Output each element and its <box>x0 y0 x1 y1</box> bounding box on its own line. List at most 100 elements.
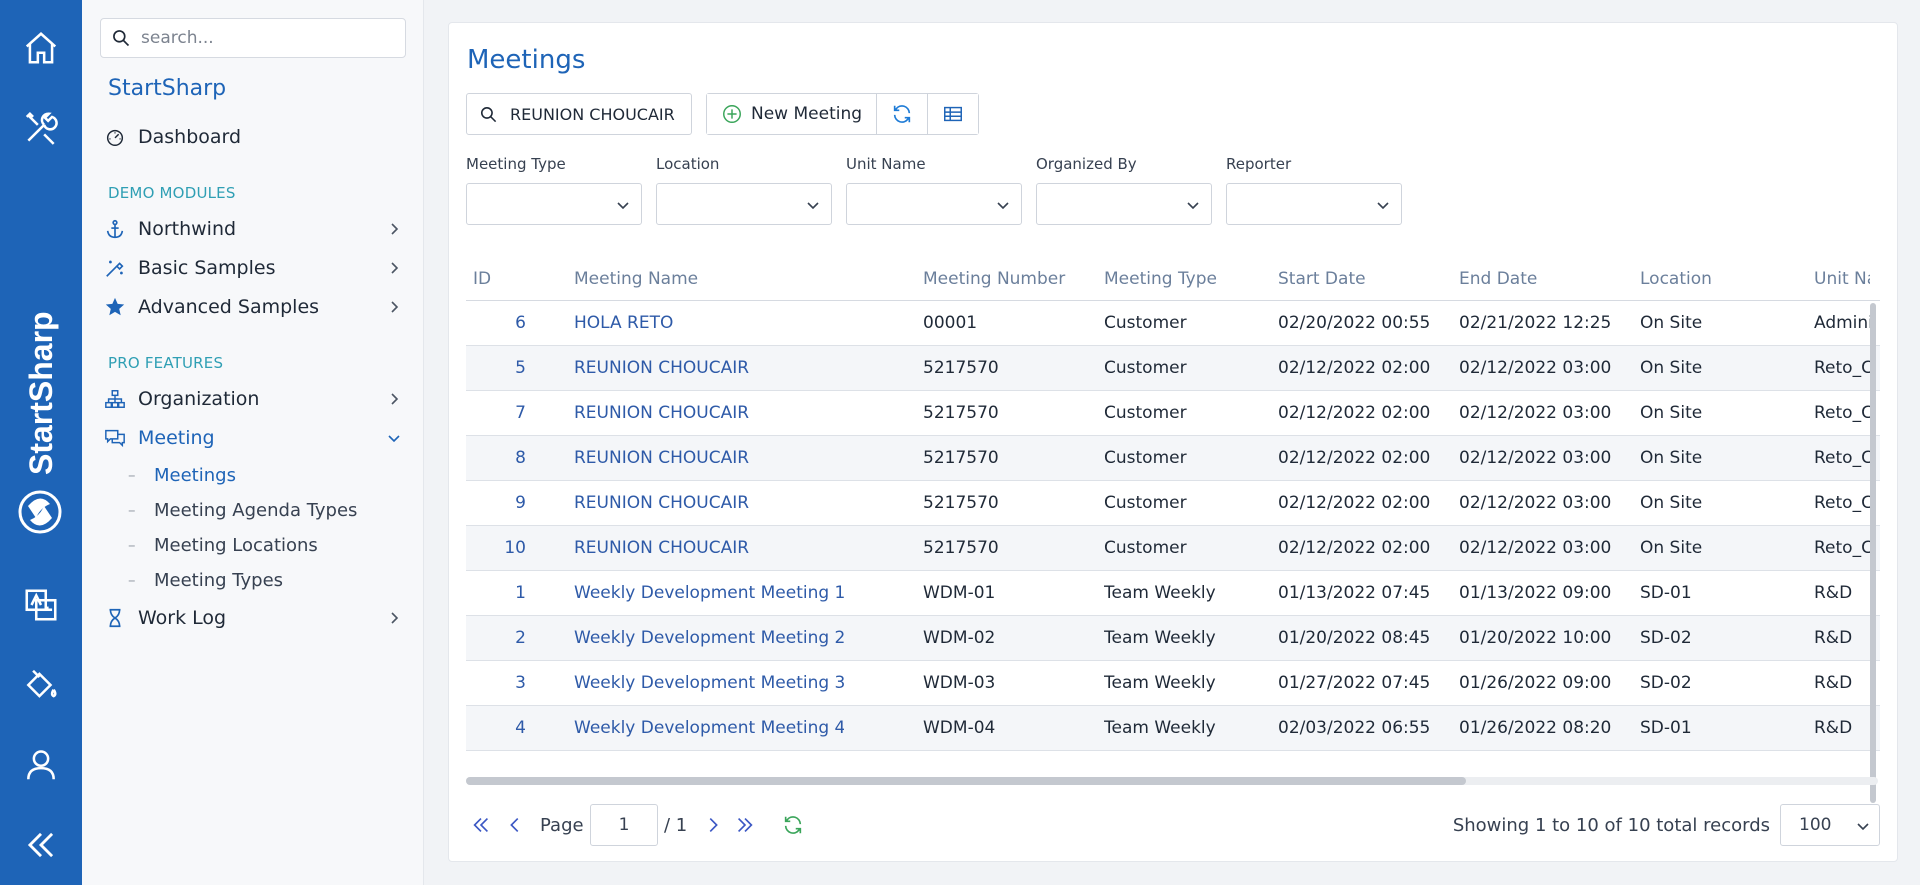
table-row[interactable]: 4 Weekly Development Meeting 4 WDM-04 Team … <box>466 706 1880 751</box>
paint-bucket-icon[interactable] <box>0 655 82 715</box>
tools-icon[interactable] <box>0 98 82 158</box>
sidebar-subitem-meeting-agenda-types[interactable]: – Meeting Agenda Types <box>128 495 357 525</box>
org-chart-icon <box>104 388 126 410</box>
cell-meeting-name[interactable]: REUNION CHOUCAIR <box>574 358 844 378</box>
column-header-id[interactable]: ID <box>473 269 491 289</box>
chevron-down-icon <box>1377 202 1389 210</box>
cell-meeting-name[interactable]: Weekly Development Meeting 2 <box>574 628 844 648</box>
first-page-button[interactable] <box>468 812 494 838</box>
horizontal-scrollbar[interactable] <box>466 777 1878 785</box>
table-row[interactable]: 7 REUNION CHOUCAIR 5217570 Customer 02/12/20… <box>466 391 1880 436</box>
quick-search-input[interactable] <box>510 104 690 124</box>
table-icon <box>944 106 963 122</box>
vertical-scrollbar[interactable] <box>1870 303 1876 803</box>
cell-meeting-type: Customer <box>1104 448 1187 468</box>
filter-label: Unit Name <box>846 155 926 173</box>
pager-refresh-button[interactable] <box>780 812 806 838</box>
cell-meeting-name[interactable]: Weekly Development Meeting 4 <box>574 718 844 738</box>
quick-search[interactable] <box>466 93 692 135</box>
column-header-meeting-name[interactable]: Meeting Name <box>574 269 698 289</box>
cell-end-date: 02/12/2022 03:00 <box>1459 538 1612 558</box>
sidebar-item-meeting[interactable]: Meeting <box>104 421 414 455</box>
sidebar-item-organization[interactable]: Organization <box>104 382 414 416</box>
column-picker-button[interactable] <box>928 94 979 134</box>
home-icon[interactable] <box>0 18 82 78</box>
sidebar-item-work-log[interactable]: Work Log <box>104 601 414 635</box>
sidebar-subitem-meeting-locations[interactable]: – Meeting Locations <box>128 530 318 560</box>
table-row[interactable]: 5 REUNION CHOUCAIR 5217570 Customer 02/12/20… <box>466 346 1880 391</box>
column-header-unit-name[interactable]: Unit Name <box>1814 269 1870 289</box>
cell-unit-name: Reto_Choucair <box>1814 358 1870 378</box>
column-header-meeting-number[interactable]: Meeting Number <box>923 269 1065 289</box>
cell-meeting-name[interactable]: REUNION CHOUCAIR <box>574 403 844 423</box>
sidebar-item-dashboard[interactable]: Dashboard <box>104 120 414 154</box>
search-icon <box>480 106 497 122</box>
sidebar-search[interactable] <box>100 18 406 58</box>
refresh-button[interactable] <box>877 94 929 134</box>
sidebar-item-label: Meeting <box>138 427 215 449</box>
table-row[interactable]: 9 REUNION CHOUCAIR 5217570 Customer 02/12/20… <box>466 481 1880 526</box>
table-row[interactable]: 10 REUNION CHOUCAIR 5217570 Customer 02/12/2… <box>466 526 1880 571</box>
table-row[interactable]: 8 REUNION CHOUCAIR 5217570 Customer 02/12/20… <box>466 436 1880 481</box>
sidebar-subitem-label: Meeting Agenda Types <box>154 499 358 521</box>
chevron-left-icon <box>510 817 519 833</box>
cell-meeting-type: Customer <box>1104 313 1187 333</box>
filter-select[interactable] <box>466 183 642 225</box>
column-header-location[interactable]: Location <box>1640 269 1712 289</box>
app-title[interactable]: StartSharp <box>108 76 226 101</box>
collapse-icon[interactable] <box>0 815 82 875</box>
cell-meeting-name[interactable]: REUNION CHOUCAIR <box>574 538 844 558</box>
table-row[interactable]: 6 HOLA RETO 00001 Customer 02/20/2022 00:55 0… <box>466 301 1880 346</box>
user-icon[interactable] <box>0 735 82 795</box>
table-row[interactable]: 1 Weekly Development Meeting 1 WDM-01 Team … <box>466 571 1880 616</box>
cell-id: 5 <box>515 358 526 378</box>
filter-select[interactable] <box>656 183 832 225</box>
cell-id: 10 <box>504 538 526 558</box>
cell-meeting-number: 5217570 <box>923 358 999 378</box>
sidebar-item-label: Dashboard <box>138 126 242 148</box>
sidebar-item-advanced-samples[interactable]: Advanced Samples <box>104 290 414 324</box>
sidebar-subitem-meetings[interactable]: – Meetings <box>128 460 236 490</box>
page-number-input[interactable] <box>590 804 658 846</box>
cell-location: On Site <box>1640 313 1703 333</box>
next-page-button[interactable] <box>700 812 726 838</box>
cell-unit-name: R&D <box>1814 628 1853 648</box>
page-label: Page <box>540 815 584 836</box>
column-header-start-date[interactable]: Start Date <box>1278 269 1366 289</box>
table-row[interactable]: 2 Weekly Development Meeting 2 WDM-02 Team … <box>466 616 1880 661</box>
page-size-select[interactable]: 100 <box>1780 804 1880 846</box>
column-header-end-date[interactable]: End Date <box>1459 269 1537 289</box>
cell-unit-name: Reto_Choucair <box>1814 403 1870 423</box>
sidebar-item-northwind[interactable]: Northwind <box>104 212 414 246</box>
cell-meeting-name[interactable]: HOLA RETO <box>574 313 844 333</box>
cell-location: On Site <box>1640 358 1703 378</box>
filter-select[interactable] <box>1226 183 1402 225</box>
cell-meeting-name[interactable]: REUNION CHOUCAIR <box>574 448 844 468</box>
column-header-meeting-type[interactable]: Meeting Type <box>1104 269 1217 289</box>
prev-page-button[interactable] <box>502 812 528 838</box>
cell-meeting-name[interactable]: Weekly Development Meeting 3 <box>574 673 844 693</box>
scrollbar-thumb[interactable] <box>466 777 1466 785</box>
brand-text: StartSharp <box>23 311 59 475</box>
cell-end-date: 02/21/2022 12:25 <box>1459 313 1612 333</box>
last-page-button[interactable] <box>732 812 758 838</box>
star-icon <box>104 296 126 318</box>
sidebar-item-basic-samples[interactable]: Basic Samples <box>104 251 414 285</box>
records-info: Showing 1 to 10 of 10 total records <box>1452 815 1770 836</box>
brand-vertical-logo: StartSharp <box>0 280 82 550</box>
sidebar: StartSharp Dashboard DEMO MODULES Northw… <box>82 0 424 885</box>
cell-meeting-name[interactable]: REUNION CHOUCAIR <box>574 493 844 513</box>
cell-meeting-type: Team Weekly <box>1104 673 1216 693</box>
bullet-dash: – <box>128 466 136 484</box>
table-row[interactable]: 3 Weekly Development Meeting 3 WDM-03 Team … <box>466 661 1880 706</box>
filter-select[interactable] <box>1036 183 1212 225</box>
cell-meeting-name[interactable]: Weekly Development Meeting 1 <box>574 583 844 603</box>
filter-select[interactable] <box>846 183 1022 225</box>
cell-end-date: 01/20/2022 10:00 <box>1459 628 1612 648</box>
sidebar-subitem-meeting-types[interactable]: – Meeting Types <box>128 565 283 595</box>
grid-header: ID Meeting Name Meeting Number Meeting T… <box>466 255 1880 301</box>
sidebar-search-input[interactable] <box>141 28 381 48</box>
translate-icon[interactable] <box>0 575 82 635</box>
new-meeting-button[interactable]: New Meeting <box>707 94 878 134</box>
sidebar-item-label: Work Log <box>138 607 227 629</box>
